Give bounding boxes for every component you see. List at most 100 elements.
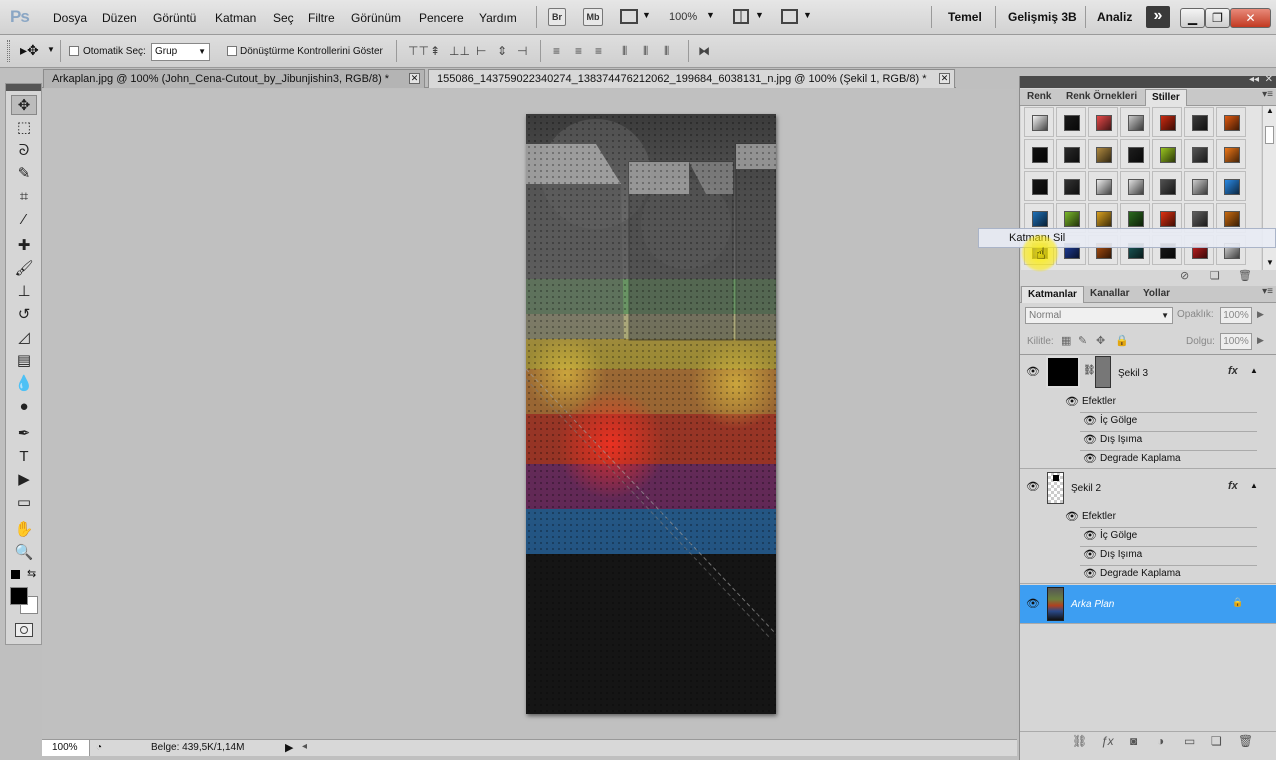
tab-kanallar[interactable]: Kanallar [1084, 286, 1135, 303]
style-swatch[interactable] [1184, 139, 1214, 169]
delete-style-icon[interactable]: 🗑 [1238, 269, 1252, 282]
style-swatch[interactable] [1216, 139, 1246, 169]
pen-tool-icon[interactable]: ✒ [11, 424, 37, 444]
style-swatch[interactable] [1152, 139, 1182, 169]
new-layer-icon[interactable]: ❏ [1211, 734, 1222, 748]
zoom-field[interactable]: 100% [42, 740, 90, 756]
close-icon[interactable]: ✕ [1265, 74, 1273, 85]
visibility-eye-icon[interactable]: 👁 [1083, 414, 1097, 427]
style-swatch[interactable] [1120, 139, 1150, 169]
effect-ic-golge[interactable]: İç Gölge [1100, 530, 1137, 541]
adjustment-layer-icon[interactable]: ◑ [1157, 734, 1164, 748]
default-colors-icon[interactable] [11, 570, 20, 579]
document-image[interactable] [526, 114, 776, 714]
zoom-tool-icon[interactable]: 🔍 [11, 543, 37, 563]
visibility-eye-icon[interactable]: 👁 [1083, 452, 1097, 465]
eraser-tool-icon[interactable]: ◿ [11, 328, 37, 348]
new-group-icon[interactable]: ▭ [1184, 734, 1195, 748]
status-preview-icon[interactable]: ◔ [96, 742, 102, 753]
tab-renk-ornekleri[interactable]: Renk Örnekleri [1060, 89, 1143, 106]
menu-pencere[interactable]: Pencere [419, 11, 464, 25]
style-swatch[interactable] [1056, 107, 1086, 137]
close-icon[interactable]: ✕ [409, 73, 420, 84]
visibility-eye-icon[interactable]: 👁 [1083, 567, 1097, 580]
shape-tool-icon[interactable]: ▭ [11, 493, 37, 513]
auto-select-dropdown[interactable]: Grup ▼ [151, 43, 210, 61]
style-swatch[interactable] [1184, 107, 1214, 137]
align-vcenter-icon[interactable]: ⇞ [430, 44, 440, 58]
effect-dis-isima[interactable]: Dış Işıma [1100, 549, 1142, 560]
effect-dis-isima[interactable]: Dış Işıma [1100, 434, 1142, 445]
arrange-documents-icon[interactable] [733, 9, 749, 24]
brush-tool-icon[interactable]: 🖌 [11, 259, 37, 279]
panel-menu-icon[interactable]: ▾≡ [1262, 286, 1273, 297]
fx-icon[interactable]: fx [1228, 365, 1238, 377]
tab-active-document[interactable]: 155086_143759022340274_138374476212062_1… [428, 69, 955, 88]
lock-position-icon[interactable]: ✥ [1096, 334, 1105, 347]
close-icon[interactable]: ✕ [939, 73, 950, 84]
tab-katmanlar[interactable]: Katmanlar [1021, 286, 1084, 303]
fill-field[interactable]: 100% [1220, 333, 1252, 350]
effect-ic-golge[interactable]: İç Gölge [1100, 415, 1137, 426]
distribute-right-icon[interactable]: ⦀ [664, 44, 669, 59]
new-style-icon[interactable]: ❏ [1210, 269, 1220, 282]
style-swatch[interactable] [1152, 171, 1182, 201]
chevron-down-icon[interactable]: ▼ [755, 10, 764, 20]
style-swatch[interactable] [1056, 139, 1086, 169]
menu-duzen[interactable]: Düzen [102, 11, 137, 25]
align-left-icon[interactable]: ⊢ [476, 44, 486, 58]
dodge-tool-icon[interactable]: ● [11, 397, 37, 417]
align-top-icon[interactable]: ⊤⊤ [408, 44, 429, 58]
style-swatch[interactable] [1056, 171, 1086, 201]
style-swatch[interactable] [1216, 171, 1246, 201]
quick-select-tool-icon[interactable]: ✎ [11, 164, 37, 184]
distribute-hcenter-icon[interactable]: ⦀ [643, 44, 648, 59]
menu-gorunum[interactable]: Görünüm [351, 11, 401, 25]
delete-layer-icon[interactable]: 🗑 [1238, 734, 1253, 748]
menu-dosya[interactable]: Dosya [53, 11, 87, 25]
style-swatch[interactable] [1088, 139, 1118, 169]
effect-degrade-kaplama[interactable]: Degrade Kaplama [1100, 453, 1181, 464]
visibility-eye-icon[interactable]: 👁 [1065, 510, 1079, 523]
chevron-down-icon[interactable]: ▼ [803, 10, 812, 20]
status-menu-arrow-icon[interactable]: ▶ [285, 741, 293, 754]
auto-align-icon[interactable]: ⧓ [698, 44, 710, 58]
swap-colors-icon[interactable]: ⇆ [27, 567, 36, 580]
layer-sekil-3[interactable]: 👁 ⛓ Şekil 3 fx ▲ 👁 Efektler 👁 İç Gölge 👁… [1020, 355, 1276, 469]
distribute-bottom-icon[interactable]: ≡ [595, 44, 602, 58]
history-brush-tool-icon[interactable]: ↺ [11, 305, 37, 325]
visibility-eye-icon[interactable]: 👁 [1083, 529, 1097, 542]
transform-controls-checkbox[interactable] [227, 46, 237, 56]
panel-menu-icon[interactable]: ▾≡ [1262, 89, 1273, 100]
lock-transparent-icon[interactable]: ▦ [1061, 334, 1071, 347]
layer-sekil-2[interactable]: 👁 Şekil 2 fx ▲ 👁 Efektler 👁 İç Gölge 👁 D… [1020, 470, 1276, 584]
hand-tool-icon[interactable]: ✋ [11, 520, 37, 540]
visibility-eye-icon[interactable]: 👁 [1026, 365, 1040, 378]
mini-bridge-button[interactable]: Mb [583, 8, 603, 26]
workspace-gelismis-3b[interactable]: Gelişmiş 3B [1008, 10, 1077, 24]
align-right-icon[interactable]: ⊣ [517, 44, 527, 58]
collapse-effects-icon[interactable]: ▲ [1250, 366, 1258, 375]
menu-sec[interactable]: Seç [273, 11, 294, 25]
healing-brush-tool-icon[interactable]: ✚ [11, 236, 37, 256]
tab-stiller[interactable]: Stiller [1145, 89, 1187, 106]
menu-yardim[interactable]: Yardım [479, 11, 517, 25]
maximize-button[interactable]: ❐ [1205, 8, 1230, 28]
opacity-slider-arrow-icon[interactable]: ▶ [1257, 309, 1264, 320]
distribute-left-icon[interactable]: ⦀ [622, 44, 627, 59]
link-icon[interactable]: ⛓ [1083, 365, 1096, 376]
visibility-eye-icon[interactable]: 👁 [1065, 395, 1079, 408]
layer-arka-plan[interactable]: 👁 Arka Plan 🔒 [1020, 585, 1276, 624]
add-mask-icon[interactable]: ◙ [1130, 734, 1137, 748]
style-swatch[interactable] [1024, 107, 1054, 137]
menu-goruntu[interactable]: Görüntü [153, 11, 196, 25]
zoom-level[interactable]: 100% [669, 11, 697, 23]
marquee-tool-icon[interactable]: ⬚ [11, 118, 37, 138]
visibility-eye-icon[interactable]: 👁 [1083, 433, 1097, 446]
style-swatch[interactable] [1216, 107, 1246, 137]
tab-renk[interactable]: Renk [1021, 89, 1057, 106]
screen-mode-icon[interactable] [781, 9, 798, 24]
scroll-left-icon[interactable]: ◂ [302, 741, 307, 752]
chevron-down-icon[interactable]: ▼ [47, 45, 55, 54]
lasso-tool-icon[interactable]: ᘐ [11, 141, 37, 161]
